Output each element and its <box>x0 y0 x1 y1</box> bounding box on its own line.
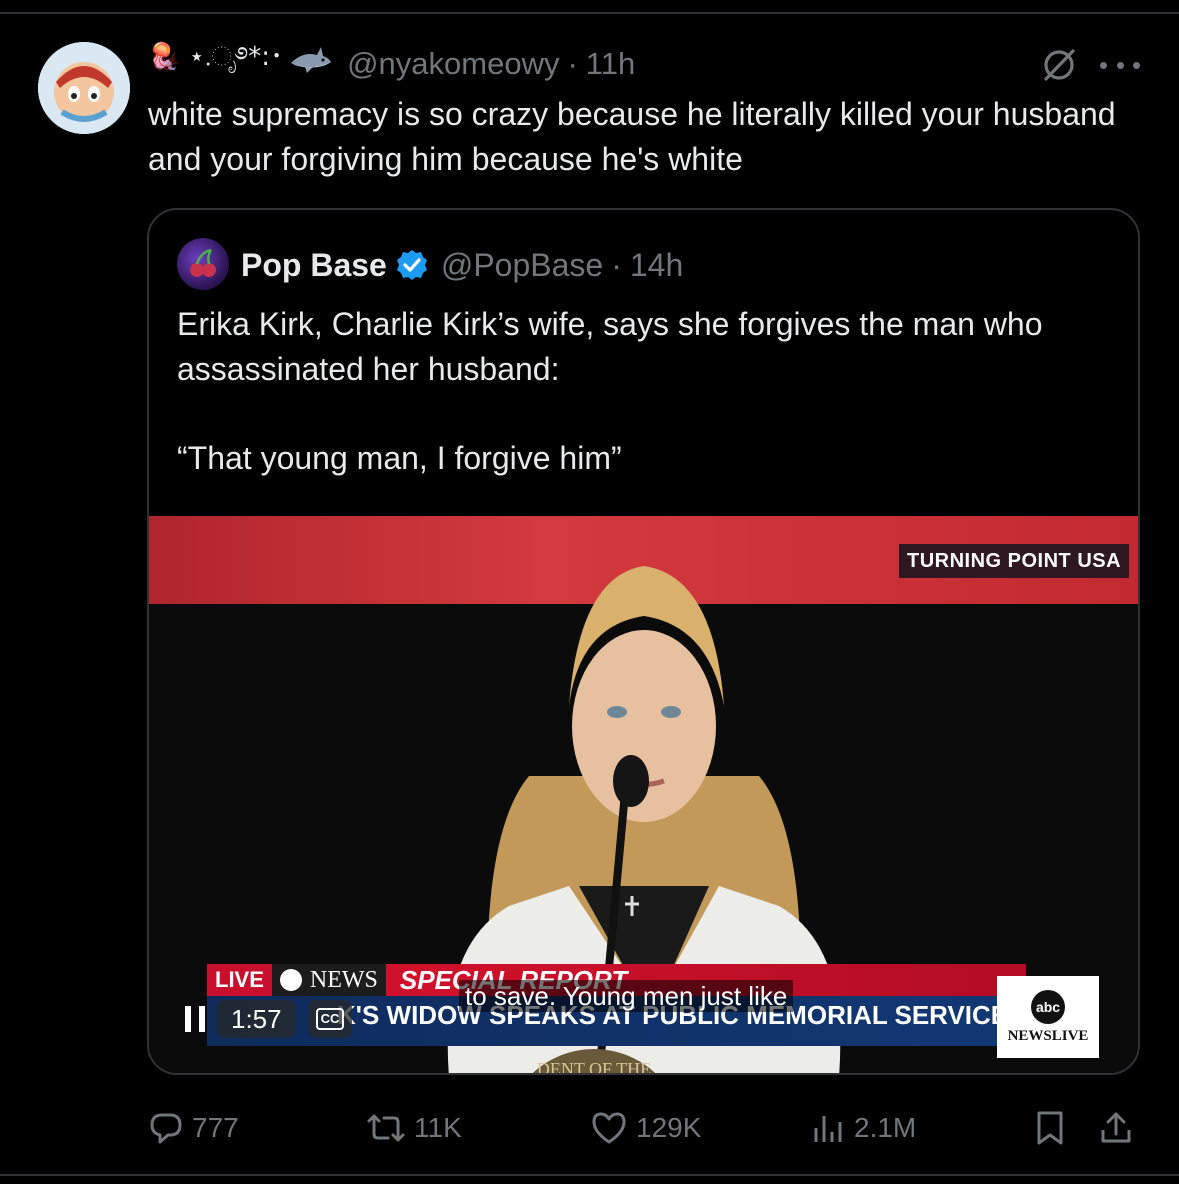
like-count: 129K <box>636 1112 702 1143</box>
share-icon <box>1101 1112 1131 1143</box>
quoted-text: Erika Kirk, Charlie Kirk’s wife, says sh… <box>177 306 1043 387</box>
abc-logo: abc <box>1031 989 1065 1024</box>
tweet-header: 🪼 ⋆.ೃ࿔*:･ @nyakomeowy · 11h <box>148 42 635 84</box>
action-bar: 777 11K 129K 2.1M <box>148 1100 1140 1156</box>
author-avatar[interactable] <box>38 42 130 134</box>
news-tag-label: NEWS <box>309 967 378 993</box>
abc-news-live-badge: abc NEWSLIVE <box>997 976 1099 1058</box>
grok-icon[interactable] <box>1040 46 1078 84</box>
top-divider <box>0 12 1179 14</box>
bookmark-icon <box>1037 1111 1063 1145</box>
views-button[interactable]: 2.1M <box>812 1100 916 1156</box>
verified-badge-icon <box>396 250 427 280</box>
bottom-divider <box>0 1174 1179 1176</box>
video-timestamp: 1:57 <box>217 1000 296 1038</box>
bookmark-button[interactable] <box>1034 1100 1066 1156</box>
news-tag: NEWS <box>271 964 386 996</box>
abc-mini-icon <box>279 969 302 991</box>
captions-toggle[interactable]: CC <box>307 1000 353 1038</box>
reply-count: 777 <box>192 1112 239 1143</box>
reply-button[interactable]: 777 <box>148 1100 239 1156</box>
captions-icon: CC <box>315 1008 345 1030</box>
live-tag: LIVE <box>207 964 272 996</box>
reply-icon <box>150 1113 182 1144</box>
more-options-icon[interactable] <box>1100 52 1140 78</box>
display-name[interactable]: 🪼 ⋆.ೃ࿔*:･ <box>148 28 283 101</box>
tweet-time[interactable]: 11h <box>586 46 635 82</box>
share-button[interactable] <box>1098 1100 1134 1156</box>
heart-icon <box>592 1112 626 1144</box>
quoted-separator-dot: · <box>611 246 622 283</box>
like-button[interactable]: 129K <box>590 1100 701 1156</box>
quoted-tweet[interactable]: Pop Base @PopBase · 14h Erika Kirk, Char… <box>147 208 1140 1075</box>
views-count: 2.1M <box>854 1112 917 1143</box>
separator-dot: · <box>567 46 578 81</box>
quoted-time[interactable]: 14h <box>630 247 683 284</box>
repost-icon <box>367 1114 405 1142</box>
shark-icon <box>289 45 333 83</box>
author-handle[interactable]: @nyakomeowy <box>347 46 559 82</box>
quoted-name[interactable]: Pop Base <box>241 247 387 284</box>
repost-button[interactable]: 11K <box>366 1100 462 1156</box>
quoted-header: Pop Base @PopBase · 14h <box>241 244 683 286</box>
repost-count: 11K <box>414 1112 462 1143</box>
quoted-avatar[interactable] <box>177 238 229 290</box>
newslive-label: NEWSLIVE <box>1007 1027 1089 1044</box>
video-controls: 1:57 CC <box>185 1000 353 1038</box>
video-player[interactable]: TURNING POINT USA LIVE NEWS SPECIAL REPO… <box>149 516 1138 1073</box>
quoted-handle[interactable]: @PopBase <box>441 247 603 284</box>
pause-icon[interactable] <box>185 1006 205 1032</box>
quoted-quote-line: “That young man, I forgive him” <box>177 440 622 476</box>
tweet-text: white supremacy is so crazy because he l… <box>148 96 1116 177</box>
video-caption: to save. Young men just like <box>459 980 794 1012</box>
views-icon <box>814 1116 842 1142</box>
